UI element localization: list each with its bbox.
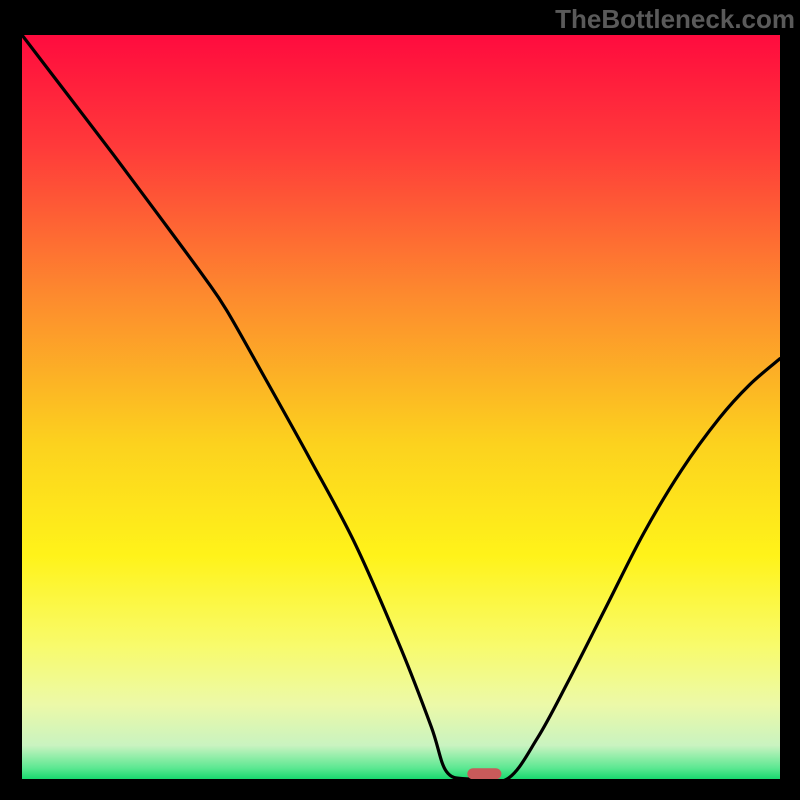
bottleneck-plot bbox=[22, 35, 780, 779]
chart-frame: TheBottleneck.com bbox=[0, 0, 800, 800]
watermark-text: TheBottleneck.com bbox=[555, 4, 795, 35]
optimal-marker bbox=[467, 768, 501, 779]
gradient-background bbox=[22, 35, 780, 779]
